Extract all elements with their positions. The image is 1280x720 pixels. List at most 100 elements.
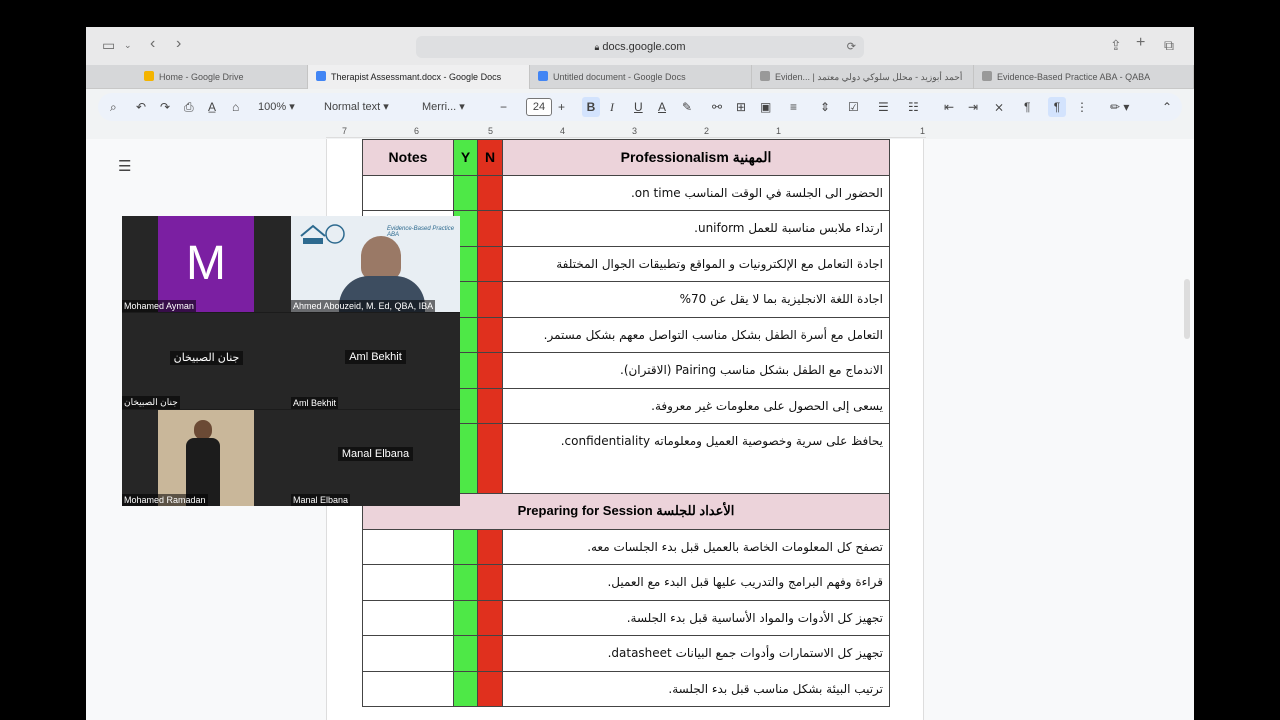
font-select[interactable]: Merri... ▾ xyxy=(422,93,465,121)
rtl-icon[interactable]: ¶ xyxy=(1048,97,1066,117)
site-icon xyxy=(982,71,992,81)
font-size-input[interactable]: 24 xyxy=(526,98,552,116)
forward-icon[interactable]: › xyxy=(176,35,181,53)
n-cell[interactable] xyxy=(477,528,503,565)
clear-format-icon[interactable]: ⨯ xyxy=(994,93,1004,121)
notes-cell[interactable] xyxy=(362,528,454,565)
n-cell[interactable] xyxy=(477,670,503,707)
tab-label: Evidence-Based Practice ABA - QABA xyxy=(997,72,1151,82)
tab-label: Untitled document - Google Docs xyxy=(553,72,686,82)
zoom-value: 100% xyxy=(258,101,287,113)
n-cell[interactable] xyxy=(477,564,503,601)
notes-cell[interactable] xyxy=(362,635,454,672)
participant-tile[interactable]: Evidence-Based Practice ABA Ahmed Abouze… xyxy=(291,216,460,312)
link-icon[interactable]: ⚯ xyxy=(712,93,722,121)
participant-tile[interactable]: جنان الصبيخان جنان الصبيخان xyxy=(122,313,291,409)
line-spacing-icon[interactable]: ⇕ xyxy=(820,93,830,121)
text-color-icon[interactable]: A xyxy=(658,93,666,121)
y-cell[interactable] xyxy=(453,599,478,636)
outline-icon[interactable]: ☰ xyxy=(118,157,131,175)
collapse-toolbar-icon[interactable]: ⌃ xyxy=(1162,93,1172,121)
edit-mode-icon[interactable]: ✏ ▾ xyxy=(1110,93,1129,121)
ltr-icon[interactable]: ¶ xyxy=(1024,93,1030,121)
new-tab-icon[interactable]: + xyxy=(1136,34,1145,52)
table-row: تصفح كل المعلومات الخاصة بالعميل قبل بدء… xyxy=(362,528,890,565)
highlight-icon[interactable]: ✎ xyxy=(682,93,692,121)
n-cell[interactable] xyxy=(477,352,503,389)
docs-icon xyxy=(538,71,548,81)
video-call-grid: M Mohamed Ayman Evidence-Based Practice … xyxy=(122,216,460,506)
address-bar[interactable]: 🔒︎ docs.google.com ⟳ xyxy=(416,36,864,58)
y-cell[interactable] xyxy=(453,174,478,211)
participant-tile[interactable]: M Mohamed Ayman xyxy=(122,216,291,312)
criterion-text: قراءة وفهم البرامج والتدريب عليها قبل ال… xyxy=(502,564,890,601)
site-icon xyxy=(760,71,770,81)
center-name-text: جنان الصبيخان xyxy=(169,351,244,365)
more-icon[interactable]: ⋮ xyxy=(1076,93,1088,121)
n-cell[interactable] xyxy=(477,635,503,672)
tab-label: Eviden... | أحمد أبوزيد - محلل سلوكي دول… xyxy=(775,72,963,82)
tab-google-drive[interactable]: Home - Google Drive xyxy=(136,65,308,89)
notes-cell[interactable] xyxy=(362,670,454,707)
y-cell[interactable] xyxy=(453,564,478,601)
search-icon[interactable]: ⌕ xyxy=(110,93,117,121)
comment-icon[interactable]: ⊞ xyxy=(736,93,746,121)
n-cell[interactable] xyxy=(477,174,503,211)
participant-photo xyxy=(158,410,254,506)
criterion-text: ترتيب البيئة بشكل مناسب قبل بدء الجلسة. xyxy=(502,670,890,707)
align-icon[interactable]: ≡ xyxy=(790,93,797,121)
participant-tile[interactable]: Aml Bekhit Aml Bekhit xyxy=(291,313,460,409)
criterion-text: اجادة التعامل مع الإلكترونيات و المواقع … xyxy=(502,245,890,282)
title-bar: ▭ ⌄ ‹ › 🔒︎ docs.google.com ⟳ ⇪ + ⧉ xyxy=(86,27,1194,65)
numbered-list-icon[interactable]: ☷ xyxy=(908,93,919,121)
tab-therapist-assessment[interactable]: Therapist Assessmant.docx - Google Docs xyxy=(308,65,530,89)
n-cell[interactable] xyxy=(477,387,503,424)
n-cell[interactable] xyxy=(477,316,503,353)
table-row: ترتيب البيئة بشكل مناسب قبل بدء الجلسة. xyxy=(362,670,890,707)
n-cell[interactable] xyxy=(477,281,503,318)
tab-untitled-document[interactable]: Untitled document - Google Docs xyxy=(530,65,752,89)
tab-evidence-qaba[interactable]: Evidence-Based Practice ABA - QABA xyxy=(974,65,1194,89)
n-cell[interactable] xyxy=(477,245,503,282)
redo-icon[interactable]: ↷ xyxy=(160,93,170,121)
n-cell[interactable] xyxy=(477,423,503,494)
notes-cell[interactable] xyxy=(362,564,454,601)
indent-increase-icon[interactable]: ⇥ xyxy=(968,93,978,121)
tab-evidence-profile[interactable]: Eviden... | أحمد أبوزيد - محلل سلوكي دول… xyxy=(752,65,974,89)
ruler: 7 6 5 4 3 2 1 1 xyxy=(326,126,926,138)
y-cell[interactable] xyxy=(453,635,478,672)
back-icon[interactable]: ‹ xyxy=(150,35,155,53)
decrease-font-size-button[interactable]: − xyxy=(500,93,507,121)
chevron-down-icon[interactable]: ⌄ xyxy=(124,40,132,51)
spellcheck-icon[interactable]: A̲ xyxy=(208,93,216,121)
image-icon[interactable]: ▣ xyxy=(760,93,771,121)
underline-icon[interactable]: U xyxy=(634,93,643,121)
tab-overview-icon[interactable]: ⧉ xyxy=(1164,37,1174,54)
style-select[interactable]: Normal text ▾ xyxy=(324,93,389,121)
undo-icon[interactable]: ↶ xyxy=(136,93,146,121)
print-icon[interactable]: ⎙ xyxy=(184,93,194,121)
n-cell[interactable] xyxy=(477,210,503,247)
bold-icon[interactable]: B xyxy=(582,97,600,117)
increase-font-size-button[interactable]: + xyxy=(558,93,565,121)
zoom-select[interactable]: 100% ▾ xyxy=(258,93,295,121)
participant-tile[interactable]: Manal Elbana Manal Elbana xyxy=(291,410,460,506)
participant-tile[interactable]: Mohamed Ramadan xyxy=(122,410,291,506)
criterion-text: تجهيز كل الأدوات والمواد الأساسية قبل بد… xyxy=(502,599,890,636)
italic-icon[interactable]: I xyxy=(610,93,614,121)
share-icon[interactable]: ⇪ xyxy=(1110,37,1122,54)
scrollbar[interactable] xyxy=(1184,279,1190,339)
sidebar-toggle-icon[interactable]: ▭ xyxy=(102,37,115,54)
ruler-label: 2 xyxy=(704,126,710,136)
n-cell[interactable] xyxy=(477,599,503,636)
criterion-text: يسعى إلى الحصول على معلومات غير معروفة. xyxy=(502,387,890,424)
reload-icon[interactable]: ⟳ xyxy=(847,36,856,58)
notes-cell[interactable] xyxy=(362,174,454,211)
checklist-icon[interactable]: ☑ xyxy=(848,93,859,121)
notes-cell[interactable] xyxy=(362,599,454,636)
bullet-list-icon[interactable]: ☰ xyxy=(878,93,889,121)
paint-format-icon[interactable]: ⌂ xyxy=(232,93,239,121)
indent-decrease-icon[interactable]: ⇤ xyxy=(944,93,954,121)
y-cell[interactable] xyxy=(453,670,478,707)
y-cell[interactable] xyxy=(453,528,478,565)
